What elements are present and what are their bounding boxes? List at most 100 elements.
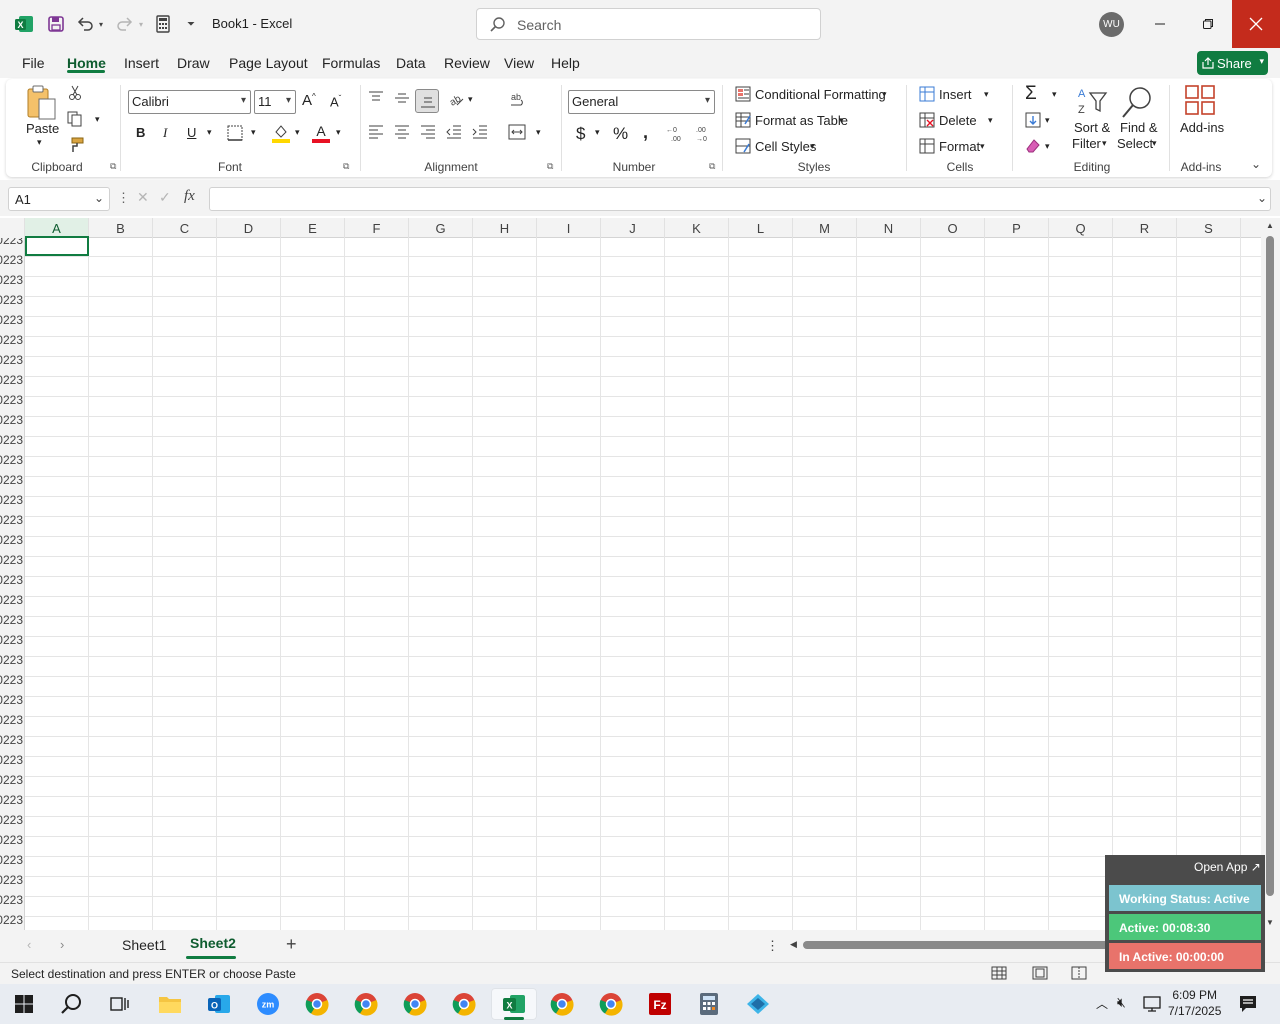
font-name-select[interactable]: Calibri ▾	[128, 90, 251, 114]
currency-icon[interactable]: $	[576, 124, 585, 144]
row-header[interactable]: 0223	[0, 570, 23, 590]
tab-review[interactable]: Review	[444, 55, 490, 71]
notifications-icon[interactable]	[1239, 995, 1257, 1013]
customize-toolbar-icon[interactable]: ⏷	[182, 12, 200, 36]
tab-split-handle[interactable]: ⋮	[766, 938, 779, 954]
column-header-o[interactable]: O	[921, 218, 985, 238]
cell-styles-dropdown-icon[interactable]: ▾	[810, 141, 815, 152]
close-button[interactable]	[1232, 0, 1280, 48]
increase-font-icon[interactable]: A^	[302, 92, 316, 109]
font-color-dropdown-icon[interactable]: ▾	[336, 127, 341, 138]
copy-dropdown-icon[interactable]: ▾	[95, 114, 100, 125]
taskbar-search-button[interactable]	[52, 988, 92, 1020]
row-header[interactable]: 0223	[0, 410, 23, 430]
find-select-label-2[interactable]: Select	[1117, 136, 1153, 151]
conditional-formatting-button[interactable]: Conditional Formatting	[755, 87, 886, 102]
collapse-ribbon-icon[interactable]: ⌄	[1251, 157, 1261, 171]
decrease-font-icon[interactable]: Aˇ	[330, 94, 341, 109]
row-header[interactable]: 0223	[0, 530, 23, 550]
orientation-dropdown-icon[interactable]: ▾	[468, 94, 473, 105]
row-header[interactable]: 0223	[0, 390, 23, 410]
format-cells-icon[interactable]	[919, 138, 935, 154]
bottom-align-button[interactable]	[415, 89, 439, 113]
select-all-corner[interactable]	[0, 218, 25, 238]
add-ins-icon[interactable]	[1185, 85, 1215, 115]
insert-function-icon[interactable]: fx	[184, 188, 195, 205]
format-as-table-dropdown-icon[interactable]: ▾	[839, 115, 844, 126]
fill-icon[interactable]	[1025, 112, 1041, 128]
prev-sheet-icon[interactable]: ‹	[27, 937, 31, 952]
normal-view-icon[interactable]	[991, 966, 1007, 980]
row-header[interactable]: 0223	[0, 670, 23, 690]
delete-cells-icon[interactable]	[919, 112, 935, 128]
task-view-button[interactable]	[100, 988, 140, 1020]
row-header[interactable]: 0223	[0, 830, 23, 850]
number-launcher-icon[interactable]: ⧉	[709, 161, 715, 172]
page-break-view-icon[interactable]	[1071, 966, 1087, 980]
vertical-scrollbar[interactable]: ▲ ▼	[1261, 218, 1280, 930]
format-painter-icon[interactable]	[68, 137, 84, 153]
clear-dropdown-icon[interactable]: ▾	[1045, 141, 1050, 152]
sort-filter-label-1[interactable]: Sort &	[1074, 120, 1110, 135]
worksheet-grid[interactable]: ABCDEFGHIJKLMNOPQRS 02230223022302230223…	[0, 218, 1261, 930]
row-header[interactable]: 0223	[0, 470, 23, 490]
sort-filter-dropdown-icon[interactable]: ▾	[1102, 138, 1107, 149]
orientation-icon[interactable]: ab	[447, 91, 465, 107]
top-align-icon[interactable]	[368, 91, 384, 105]
row-header[interactable]: 0223	[0, 450, 23, 470]
italic-button[interactable]: I	[163, 125, 167, 141]
scroll-down-icon[interactable]: ▼	[1266, 918, 1274, 927]
row-header[interactable]: 0223	[0, 770, 23, 790]
paste-dropdown-icon[interactable]: ▾	[37, 137, 42, 148]
tab-data[interactable]: Data	[396, 55, 426, 71]
fill-color-dropdown-icon[interactable]: ▾	[295, 127, 300, 138]
delete-cells-button[interactable]: Delete	[939, 113, 977, 128]
row-header[interactable]: 0223	[0, 250, 23, 270]
row-header[interactable]: 0223	[0, 510, 23, 530]
row-header[interactable]: 0223	[0, 790, 23, 810]
clear-icon[interactable]	[1025, 138, 1041, 154]
row-header[interactable]: 0223	[0, 690, 23, 710]
row-header[interactable]: 0223	[0, 310, 23, 330]
chevron-down-icon[interactable]: ⌄	[94, 191, 104, 205]
paste-label[interactable]: Paste	[26, 121, 59, 136]
row-header[interactable]: 0223	[0, 890, 23, 910]
cut-icon[interactable]	[68, 85, 82, 101]
underline-button[interactable]: U	[187, 125, 196, 140]
decrease-decimal-icon[interactable]: .00→0	[694, 124, 714, 142]
clipboard-launcher-icon[interactable]: ⧉	[110, 161, 116, 172]
conditional-formatting-dropdown-icon[interactable]: ▾	[882, 89, 887, 100]
share-button[interactable]: Share ▾	[1197, 51, 1268, 75]
open-app-link[interactable]: Open App ↗	[1194, 860, 1261, 874]
insert-cells-button[interactable]: Insert	[939, 87, 972, 102]
calculator-icon[interactable]	[152, 12, 174, 36]
column-header-j[interactable]: J	[601, 218, 665, 238]
row-header[interactable]: 0223	[0, 430, 23, 450]
insert-cells-icon[interactable]	[919, 86, 935, 102]
vertical-scroll-thumb[interactable]	[1266, 236, 1274, 896]
align-left-icon[interactable]	[368, 125, 384, 139]
redo-dropdown-icon[interactable]: ▾	[135, 12, 147, 36]
fill-dropdown-icon[interactable]: ▾	[1045, 115, 1050, 126]
tab-home[interactable]: Home	[67, 55, 106, 71]
cell-styles-icon[interactable]	[735, 138, 751, 154]
increase-decimal-icon[interactable]: ←0.00	[666, 124, 686, 142]
chrome-button-4[interactable]	[444, 988, 484, 1020]
more-options-icon[interactable]: ⋮	[117, 190, 130, 206]
column-header-a[interactable]: A	[25, 218, 89, 238]
zoom-button[interactable]: zm	[248, 988, 288, 1020]
column-header-k[interactable]: K	[665, 218, 729, 238]
column-header-p[interactable]: P	[985, 218, 1049, 238]
format-cells-dropdown-icon[interactable]: ▾	[980, 141, 985, 152]
chrome-button-3[interactable]	[395, 988, 435, 1020]
alignment-launcher-icon[interactable]: ⧉	[547, 161, 553, 172]
cell-styles-button[interactable]: Cell Styles	[755, 139, 816, 154]
undo-dropdown-icon[interactable]: ▾	[95, 12, 107, 36]
scroll-left-icon[interactable]: ◀	[790, 939, 797, 950]
number-format-select[interactable]: General ▾	[568, 90, 715, 114]
row-header[interactable]: 0223	[0, 650, 23, 670]
add-sheet-button[interactable]: +	[286, 934, 297, 955]
column-header-d[interactable]: D	[217, 218, 281, 238]
name-box[interactable]: A1 ⌄	[8, 187, 110, 211]
column-header-s[interactable]: S	[1177, 218, 1241, 238]
